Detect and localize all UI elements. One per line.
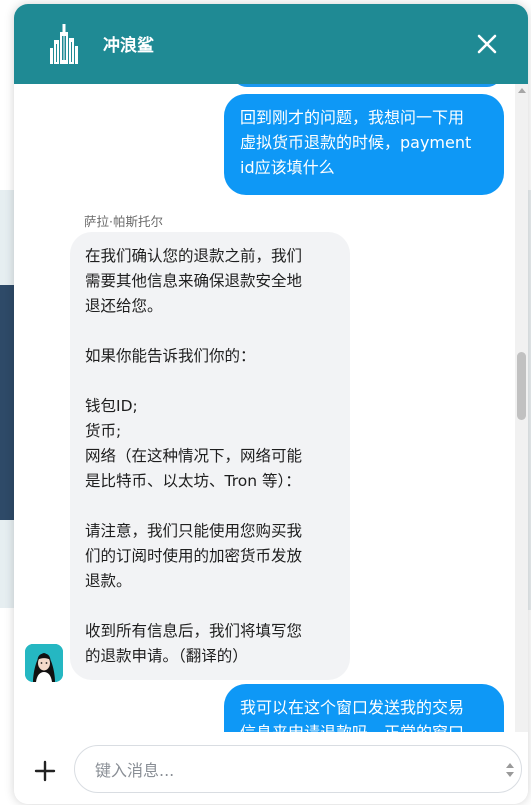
chat-header: 冲浪鲨 [14,4,528,84]
chat-widget: 冲浪鲨 回到刚才的问题，我想问一下用 虚拟货币退款的时候，payment id应… [14,4,528,804]
message-line: 退还给您。 [85,297,163,315]
outgoing-message: 回到刚才的问题，我想问一下用 虚拟货币退款的时候，payment id应该填什么 [224,94,504,195]
background-page-strip [0,285,14,520]
close-button[interactable] [471,28,503,60]
close-icon [477,34,497,54]
city-skyline-icon [48,24,80,64]
agent-avatar [25,644,63,682]
message-line: 我可以在这个窗口发送我的交易 [240,698,465,717]
outgoing-message: 我可以在这个窗口发送我的交易 信息来申请退款吗，正常的窗口 [224,684,504,732]
message-composer [14,732,528,804]
message-line: 虚拟货币退款的时候，payment [240,133,472,152]
message-input[interactable] [93,746,497,794]
resize-arrows-icon [506,763,514,777]
previous-message-bubble [232,84,502,87]
message-line: 请注意，我们只能使用您购买我 [85,522,303,540]
message-line: 如果你能告诉我们你的： [85,347,256,365]
page: 冲浪鲨 回到刚才的问题，我想问一下用 虚拟货币退款的时候，payment id应… [0,0,531,805]
scroll-up-icon[interactable] [518,88,526,93]
message-line: 钱包ID; [85,397,138,415]
message-line: 是比特币、以太坊、Tron 等）： [85,472,301,490]
background-page-strip [0,190,14,285]
message-line: 货币; [85,422,122,440]
scrollbar-thumb[interactable] [517,352,526,420]
message-line: 网络（在这种情况下，网络可能 [85,447,303,465]
sender-name: 萨拉·帕斯托尔 [84,214,163,229]
attach-button[interactable] [33,759,57,783]
message-line: id应该填什么 [240,158,335,177]
message-line: 的退款申请。（翻译的） [85,647,248,665]
message-list[interactable]: 回到刚才的问题，我想问一下用 虚拟货币退款的时候，payment id应该填什么… [14,84,528,732]
message-line: 信息来申请退款吗，正常的窗口 [240,720,488,732]
message-line: 需要其他信息来确保退款安全地 [85,272,303,290]
incoming-message: 在我们确认您的退款之前，我们 需要其他信息来确保退款安全地 退还给您。 如果你能… [70,232,350,680]
message-line: 们的订阅时使用的加密货币发放 [85,547,303,565]
message-input-wrapper [74,745,522,794]
message-line: 回到刚才的问题，我想问一下用 [240,108,465,127]
background-page-strip [0,520,14,608]
message-line: 收到所有信息后，我们将填写您 [85,622,303,640]
message-line: 退款。 [85,572,132,590]
message-line: 在我们确认您的退款之前，我们 [85,247,303,265]
chat-title: 冲浪鲨 [103,36,154,56]
plus-icon [34,760,56,782]
